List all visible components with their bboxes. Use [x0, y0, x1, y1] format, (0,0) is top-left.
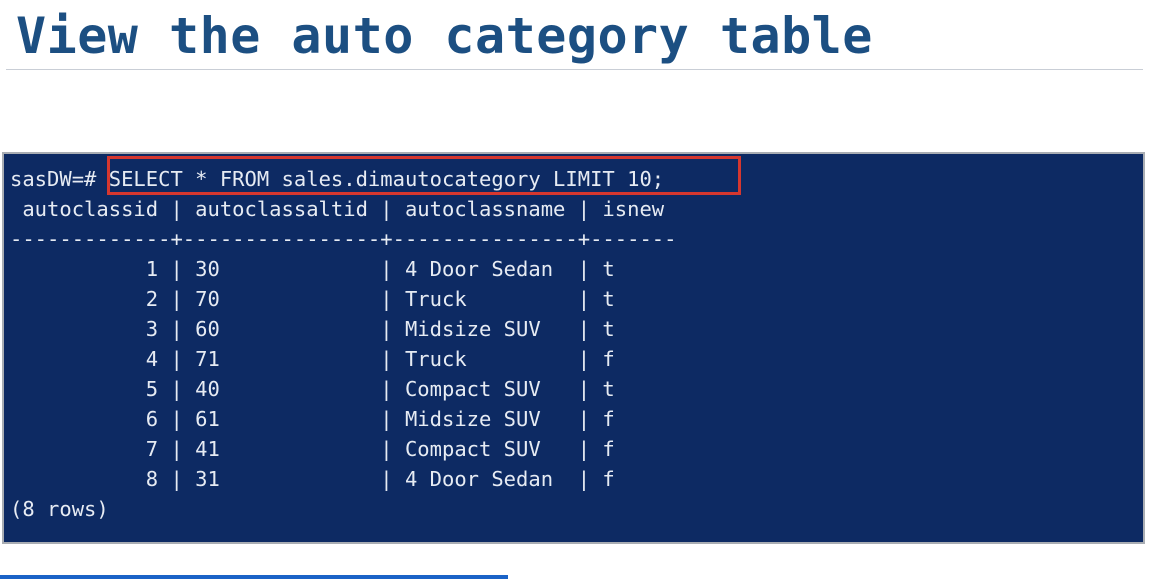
slide-title: View the auto category table: [16, 7, 873, 65]
table-row: 8 | 31 | 4 Door Sedan | f: [10, 467, 615, 491]
terminal-prompt: sasDW=#: [10, 167, 97, 191]
table-row: 2 | 70 | Truck | t: [10, 287, 615, 311]
table-row: 1 | 30 | 4 Door Sedan | t: [10, 257, 615, 281]
terminal-window[interactable]: sasDW=# SELECT * FROM sales.dimautocateg…: [2, 152, 1145, 544]
result-separator: -------------+----------------+---------…: [10, 227, 677, 251]
command-highlight-box: [107, 156, 741, 195]
table-row: 6 | 61 | Midsize SUV | f: [10, 407, 615, 431]
title-divider: [6, 69, 1143, 70]
table-row: 5 | 40 | Compact SUV | t: [10, 377, 615, 401]
table-row: 3 | 60 | Midsize SUV | t: [10, 317, 615, 341]
result-header: autoclassid | autoclassaltid | autoclass…: [10, 197, 665, 221]
table-row: 4 | 71 | Truck | f: [10, 347, 615, 371]
progress-bar: [0, 575, 508, 579]
row-count-footer: (8 rows): [10, 497, 109, 521]
table-row: 7 | 41 | Compact SUV | f: [10, 437, 615, 461]
